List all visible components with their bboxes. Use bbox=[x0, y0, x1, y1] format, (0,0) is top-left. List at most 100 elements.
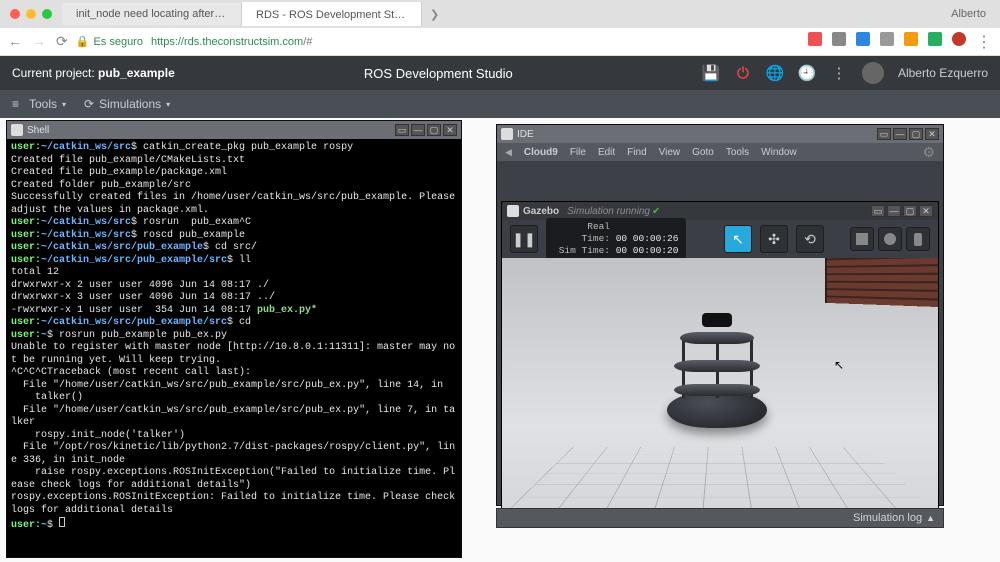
window-traffic-lights bbox=[0, 9, 62, 19]
clock-icon[interactable]: 🕘 bbox=[798, 64, 816, 82]
browser-tab-strip: init_node need locating after P... RDS -… bbox=[0, 0, 1000, 28]
floor-grid bbox=[502, 447, 938, 516]
insert-sphere-button[interactable] bbox=[878, 227, 902, 251]
ide-titlebar[interactable]: IDE ▭ — ▢ ✕ bbox=[497, 125, 943, 143]
secure-label: Es seguro bbox=[93, 36, 143, 48]
close-window-icon[interactable] bbox=[10, 9, 20, 19]
gazebo-3d-view[interactable]: ↖ bbox=[502, 258, 938, 516]
terminal-icon bbox=[11, 124, 23, 136]
project-label: Current project: pub_example bbox=[12, 66, 175, 80]
turtlebot-robot bbox=[662, 313, 772, 428]
extension-icons: ⋮ bbox=[808, 32, 992, 52]
avatar[interactable] bbox=[862, 62, 884, 84]
back-icon[interactable]: ← bbox=[8, 33, 22, 50]
minimize-window-icon[interactable] bbox=[26, 9, 36, 19]
tool-bar: Tools ▾ ⟳ Simulations ▾ bbox=[0, 90, 1000, 118]
lock-icon: 🔒 bbox=[76, 35, 90, 48]
panel-newtab-button[interactable]: ▭ bbox=[877, 128, 891, 140]
simulation-status: Simulation running bbox=[567, 206, 650, 217]
panel-maximize-button[interactable]: ▢ bbox=[903, 205, 917, 217]
globe-icon[interactable]: 🌐 bbox=[766, 64, 784, 82]
pause-button[interactable]: ❚❚ bbox=[510, 225, 538, 253]
ext-icon[interactable] bbox=[928, 32, 942, 46]
ide-menu-goto[interactable]: Goto bbox=[692, 147, 714, 158]
maximize-window-icon[interactable] bbox=[42, 9, 52, 19]
insert-cube-button[interactable] bbox=[850, 227, 874, 251]
ext-icon[interactable] bbox=[880, 32, 894, 46]
user-name[interactable]: Alberto Ezquerro bbox=[898, 66, 988, 80]
chevron-down-icon: ▾ bbox=[62, 100, 66, 109]
reload-icon[interactable]: ⟳ bbox=[56, 33, 68, 50]
url-field[interactable]: https://rds.theconstructsim.com/# bbox=[151, 36, 312, 48]
forward-icon: → bbox=[32, 33, 46, 50]
ext-icon[interactable] bbox=[808, 32, 822, 46]
panel-maximize-button[interactable]: ▢ bbox=[427, 124, 441, 136]
ext-icon[interactable] bbox=[856, 32, 870, 46]
shell-titlebar[interactable]: Shell ▭ — ▢ ✕ bbox=[7, 121, 461, 139]
insert-cylinder-button[interactable] bbox=[906, 227, 930, 251]
panel-newtab-button[interactable]: ▭ bbox=[871, 205, 885, 217]
menu-icon[interactable]: ⋮ bbox=[830, 64, 848, 82]
ide-menu-tools[interactable]: Tools bbox=[726, 147, 749, 158]
tab-label: init_node need locating after P... bbox=[76, 8, 232, 20]
project-name: pub_example bbox=[98, 66, 175, 80]
panel-close-button[interactable]: ✕ bbox=[919, 205, 933, 217]
time-display: Real Time: 00 00:00:26 Sim Time: 00 00:0… bbox=[546, 218, 686, 260]
check-icon: ✔ bbox=[652, 206, 660, 217]
move-tool-button[interactable]: ✣ bbox=[760, 225, 788, 253]
tools-menu[interactable]: Tools ▾ bbox=[12, 97, 66, 111]
realtime-value: 00 00:00:26 bbox=[616, 233, 679, 244]
panel-newtab-button[interactable]: ▭ bbox=[395, 124, 409, 136]
gazebo-panel: Gazebo Simulation running ✔ ▭ — ▢ ✕ ❚❚ R… bbox=[501, 201, 939, 517]
browser-tabs: init_node need locating after P... RDS -… bbox=[62, 2, 951, 26]
browser-tab-2[interactable]: RDS - ROS Development Studio × bbox=[242, 2, 422, 26]
address-bar: ← → ⟳ 🔒 Es seguro https://rds.theconstru… bbox=[0, 28, 1000, 56]
panel-close-button[interactable]: ✕ bbox=[443, 124, 457, 136]
app-header: Current project: pub_example ROS Develop… bbox=[0, 56, 1000, 90]
panel-minimize-button[interactable]: — bbox=[411, 124, 425, 136]
panel-title: Gazebo bbox=[523, 206, 559, 217]
panel-close-button[interactable]: ✕ bbox=[925, 128, 939, 140]
save-icon[interactable]: 💾 bbox=[702, 64, 720, 82]
ide-menu-view[interactable]: View bbox=[659, 147, 681, 158]
simtime-value: 00 00:00:20 bbox=[616, 245, 679, 256]
gazebo-icon bbox=[507, 205, 519, 217]
menu-icon[interactable]: ⋮ bbox=[976, 32, 992, 52]
terminal-output[interactable]: user:~/catkin_ws/src$ catkin_create_pkg … bbox=[7, 139, 461, 557]
ide-menu-edit[interactable]: Edit bbox=[598, 147, 615, 158]
reload-icon: ⟳ bbox=[84, 97, 94, 111]
chevron-down-icon: ▾ bbox=[166, 100, 170, 109]
power-icon[interactable]: ⏻ bbox=[734, 64, 752, 82]
ide-menu-window[interactable]: Window bbox=[761, 147, 797, 158]
ide-body: Gazebo Simulation running ✔ ▭ — ▢ ✕ ❚❚ R… bbox=[497, 161, 943, 505]
workspace: Shell ▭ — ▢ ✕ user:~/catkin_ws/src$ catk… bbox=[0, 118, 1000, 562]
shell-panel: Shell ▭ — ▢ ✕ user:~/catkin_ws/src$ catk… bbox=[6, 120, 462, 558]
cloud9-label[interactable]: Cloud9 bbox=[524, 147, 558, 158]
rotate-tool-button[interactable]: ⟲ bbox=[796, 225, 824, 253]
ext-icon[interactable] bbox=[952, 32, 966, 46]
ide-icon bbox=[501, 128, 513, 140]
browser-tab-1[interactable]: init_node need locating after P... bbox=[62, 3, 242, 25]
panel-title: IDE bbox=[517, 129, 534, 140]
tab-label: RDS - ROS Development Studio bbox=[256, 9, 415, 21]
profile-name[interactable]: Alberto bbox=[951, 8, 1000, 20]
chevron-left-icon[interactable]: ◀ bbox=[505, 147, 512, 158]
gear-icon[interactable]: ⚙ bbox=[922, 144, 935, 161]
ide-menubar: ◀ Cloud9 File Edit Find View Goto Tools … bbox=[497, 143, 943, 161]
ext-icon[interactable] bbox=[832, 32, 846, 46]
brick-wall bbox=[825, 258, 938, 308]
simulation-log-bar[interactable]: Simulation log ▲ bbox=[496, 508, 944, 528]
hamburger-icon bbox=[12, 97, 24, 111]
panel-maximize-button[interactable]: ▢ bbox=[909, 128, 923, 140]
panel-minimize-button[interactable]: — bbox=[893, 128, 907, 140]
ide-menu-file[interactable]: File bbox=[570, 147, 586, 158]
page-title: ROS Development Studio bbox=[175, 66, 702, 81]
ide-menu-find[interactable]: Find bbox=[627, 147, 646, 158]
panel-minimize-button[interactable]: — bbox=[887, 205, 901, 217]
ext-icon[interactable] bbox=[904, 32, 918, 46]
ide-panel: IDE ▭ — ▢ ✕ ◀ Cloud9 File Edit Find View… bbox=[496, 124, 944, 506]
panel-title: Shell bbox=[27, 125, 49, 136]
select-tool-button[interactable]: ↖ bbox=[724, 225, 752, 253]
new-tab-button[interactable]: ❯ bbox=[422, 8, 447, 21]
simulations-menu[interactable]: ⟳ Simulations ▾ bbox=[84, 97, 170, 111]
